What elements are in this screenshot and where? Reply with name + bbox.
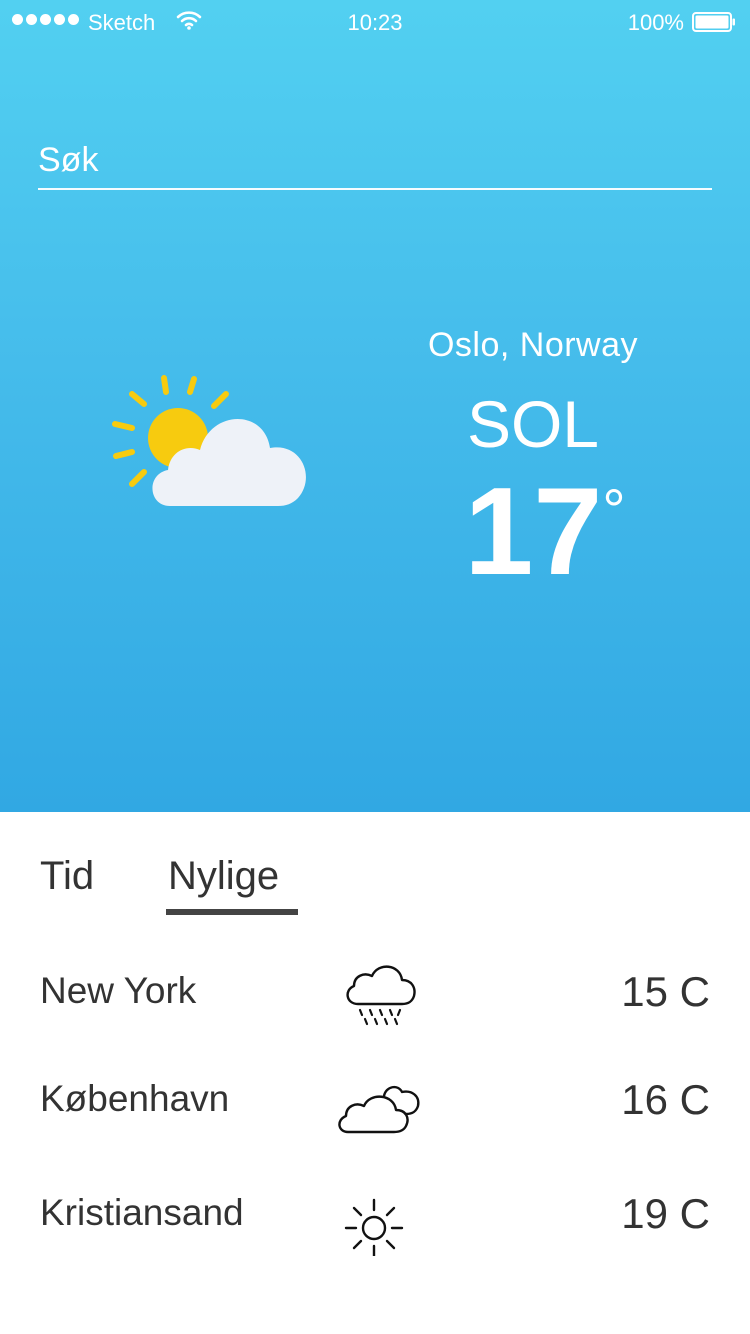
tab-recent[interactable]: Nylige	[168, 854, 279, 899]
city-name: Kristiansand	[40, 1192, 244, 1233]
search-input[interactable]	[38, 132, 712, 190]
temperature-value: 17	[464, 463, 603, 601]
partly-sunny-icon	[112, 375, 306, 506]
status-bar: Sketch 10:23 100%	[0, 0, 750, 44]
city-name: New York	[40, 970, 197, 1011]
city-temperature: 19 C	[621, 1190, 710, 1237]
active-tab-indicator	[166, 909, 298, 915]
current-temperature: 17°	[440, 470, 650, 594]
battery-icon	[692, 12, 735, 32]
current-location: Oslo, Norway	[427, 326, 639, 364]
city-name: København	[40, 1078, 230, 1119]
tab-time[interactable]: Tid	[40, 854, 94, 899]
recent-city-row[interactable]: New York 15 C	[0, 946, 750, 1046]
current-weather-panel: Sketch 10:23 100% Oslo, Norway SOL	[0, 0, 750, 812]
recent-city-row[interactable]: København 16 C	[0, 1054, 750, 1154]
battery-percentage: 100%	[627, 10, 684, 35]
degree-symbol: °	[602, 478, 626, 543]
city-temperature: 15 C	[621, 968, 710, 1015]
rain-cloud-icon	[346, 965, 416, 1026]
city-temperature: 16 C	[621, 1076, 710, 1123]
recent-city-row[interactable]: Kristiansand 19 C	[0, 1168, 750, 1268]
current-condition: SOL	[466, 387, 600, 461]
cloudy-icon	[338, 1085, 420, 1134]
sun-icon	[344, 1198, 404, 1256]
